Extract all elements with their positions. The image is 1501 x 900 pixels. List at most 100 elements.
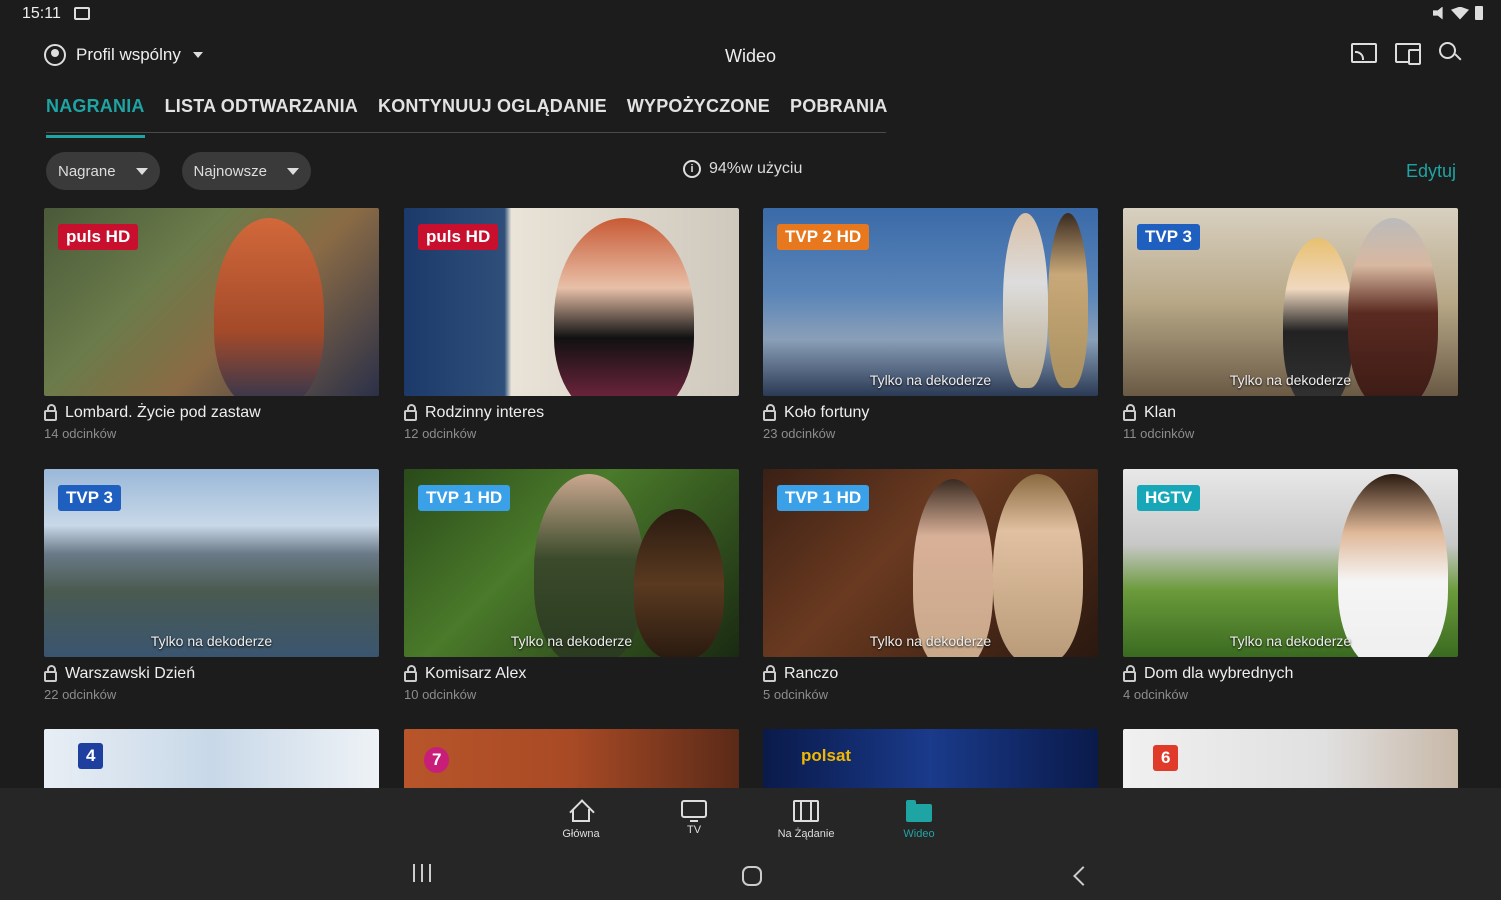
lock-icon xyxy=(1123,403,1136,421)
tab-kontynuuj-ogladanie[interactable]: KONTYNUUJ OGLĄDANIE xyxy=(378,94,607,132)
recording-card[interactable]: puls HD Rodzinny interes 12 odcinków xyxy=(404,208,739,441)
lock-icon xyxy=(763,664,776,682)
status-bar: 15:11 xyxy=(0,0,1501,28)
status-icons xyxy=(1433,6,1483,20)
sort-dropdown[interactable]: Najnowsze xyxy=(181,152,311,190)
recording-thumbnail: TVP 1 HD Tylko na dekoderze xyxy=(763,469,1098,657)
episode-count: 4 odcinków xyxy=(1123,687,1189,702)
decoder-only-label: Tylko na dekoderze xyxy=(869,372,992,388)
type-filter-dropdown[interactable]: Nagrane xyxy=(46,152,160,190)
page-title: Wideo xyxy=(724,46,777,66)
recording-card[interactable]: 4 xyxy=(44,729,379,788)
decoder-only-label: Tylko na dekoderze xyxy=(510,633,633,649)
lock-icon xyxy=(763,403,776,421)
recording-title-row: Komisarz Alex xyxy=(404,664,739,683)
channel-logo: polsat xyxy=(801,746,852,765)
header-actions xyxy=(1351,42,1461,65)
channel-logo: TVP 3 xyxy=(58,485,121,511)
decoder-only-label: Tylko na dekoderze xyxy=(1229,633,1352,649)
episode-count: 22 odcinków xyxy=(44,687,117,702)
recent-apps-button[interactable] xyxy=(413,864,431,882)
search-icon[interactable] xyxy=(1439,42,1461,64)
storage-usage-text: 94%w użyciu xyxy=(709,160,803,177)
recording-thumbnail: TVP 3 Tylko na dekoderze xyxy=(1123,208,1458,396)
recording-card[interactable]: TVP 3 Tylko na dekoderze Warszawski Dzie… xyxy=(44,469,379,702)
channel-logo: 4 xyxy=(78,743,104,769)
lock-icon xyxy=(404,403,417,421)
nav-item-video[interactable]: Wideo xyxy=(879,800,959,840)
recording-title: Komisarz Alex xyxy=(425,665,527,682)
wifi-icon xyxy=(1451,6,1469,20)
recording-card[interactable]: TVP 2 HD Tylko na dekoderze Koło fortuny… xyxy=(763,208,1098,441)
decoder-only-label: Tylko na dekoderze xyxy=(869,633,992,649)
recording-title: Klan xyxy=(1144,404,1177,421)
channel-logo: 6 xyxy=(1153,745,1179,771)
recording-thumbnail: HGTV Tylko na dekoderze xyxy=(1123,469,1458,657)
nav-label: TV xyxy=(686,824,702,836)
recording-title-row: Rodzinny interes xyxy=(404,403,739,422)
recording-title-row: Dom dla wybrednych xyxy=(1123,664,1458,683)
recording-title-row: Ranczo xyxy=(763,664,1098,683)
channel-logo: HGTV xyxy=(1137,485,1201,511)
recording-title-row: Lombard. Życie pod zastaw xyxy=(44,403,379,422)
recording-card[interactable]: polsat xyxy=(763,729,1098,788)
recording-title-row: Koło fortuny xyxy=(763,403,1098,422)
channel-logo: TVP 1 HD xyxy=(777,485,870,511)
channel-logo: TVP 2 HD xyxy=(777,224,870,250)
battery-icon xyxy=(1475,6,1483,20)
decoder-only-label: Tylko na dekoderze xyxy=(1229,372,1352,388)
lock-icon xyxy=(1123,664,1136,682)
recording-title: Koło fortuny xyxy=(784,404,870,421)
home-icon xyxy=(568,800,594,822)
recording-title: Lombard. Życie pod zastaw xyxy=(65,404,261,421)
channel-logo: TVP 1 HD xyxy=(418,485,511,511)
channel-logo: puls HD xyxy=(418,224,499,250)
channel-logo: TVP 3 xyxy=(1137,224,1200,250)
tab-lista-odtwarzania[interactable]: LISTA ODTWARZANIA xyxy=(165,94,358,132)
edit-button[interactable]: Edytuj xyxy=(1406,161,1456,182)
episode-count: 23 odcinków xyxy=(763,426,836,441)
devices-icon[interactable] xyxy=(1395,43,1421,65)
recording-title-row: Klan xyxy=(1123,403,1458,422)
gallery-notification-icon xyxy=(74,7,90,20)
storage-usage[interactable]: i 94%w użyciu xyxy=(683,160,802,178)
status-time: 15:11 xyxy=(22,5,61,22)
recording-thumbnail: TVP 2 HD Tylko na dekoderze xyxy=(763,208,1098,396)
chevron-down-icon xyxy=(286,167,299,175)
lock-icon xyxy=(404,664,417,682)
nav-item-home[interactable]: Główna xyxy=(541,800,621,840)
recording-card[interactable]: TVP 3 Tylko na dekoderze Klan 11 odcinkó… xyxy=(1123,208,1458,441)
cast-icon[interactable] xyxy=(1351,43,1377,63)
recording-card[interactable]: 7 xyxy=(404,729,739,788)
tab-pobrania[interactable]: POBRANIA xyxy=(790,94,888,132)
mute-icon xyxy=(1433,6,1443,20)
recording-title: Ranczo xyxy=(784,665,839,682)
recording-card[interactable]: puls HD Lombard. Życie pod zastaw 14 odc… xyxy=(44,208,379,441)
recording-thumbnail: TVP 1 HD Tylko na dekoderze xyxy=(404,469,739,657)
recording-title: Warszawski Dzień xyxy=(65,665,196,682)
episode-count: 5 odcinków xyxy=(763,687,829,702)
tab-nagrania[interactable]: NAGRANIA xyxy=(46,94,145,138)
nav-item-tv[interactable]: TV xyxy=(654,800,734,836)
recording-card[interactable]: 6 xyxy=(1123,729,1458,788)
recording-thumbnail: puls HD xyxy=(404,208,739,396)
recording-thumbnail: TVP 3 Tylko na dekoderze xyxy=(44,469,379,657)
info-icon: i xyxy=(683,160,701,178)
recording-card[interactable]: HGTV Tylko na dekoderze Dom dla wybredny… xyxy=(1123,469,1458,702)
recording-thumbnail: polsat xyxy=(763,729,1098,788)
recording-thumbnail: puls HD xyxy=(44,208,379,396)
lock-icon xyxy=(44,664,57,682)
recording-card[interactable]: TVP 1 HD Tylko na dekoderze Komisarz Ale… xyxy=(404,469,739,702)
lock-icon xyxy=(44,403,57,421)
recording-title: Dom dla wybrednych xyxy=(1144,665,1294,682)
sort-value: Najnowsze xyxy=(193,162,267,180)
film-icon xyxy=(793,800,819,822)
recording-card[interactable]: TVP 1 HD Tylko na dekoderze Ranczo 5 odc… xyxy=(763,469,1098,702)
home-button[interactable] xyxy=(742,866,762,886)
tab-wypozyczone[interactable]: WYPOŻYCZONE xyxy=(627,94,770,132)
tv-icon xyxy=(681,800,707,822)
recording-title-row: Warszawski Dzień xyxy=(44,664,379,683)
nav-item-on-demand[interactable]: Na Żądanie xyxy=(766,800,846,840)
recording-thumbnail: 4 xyxy=(44,729,379,788)
folder-icon xyxy=(906,800,932,822)
